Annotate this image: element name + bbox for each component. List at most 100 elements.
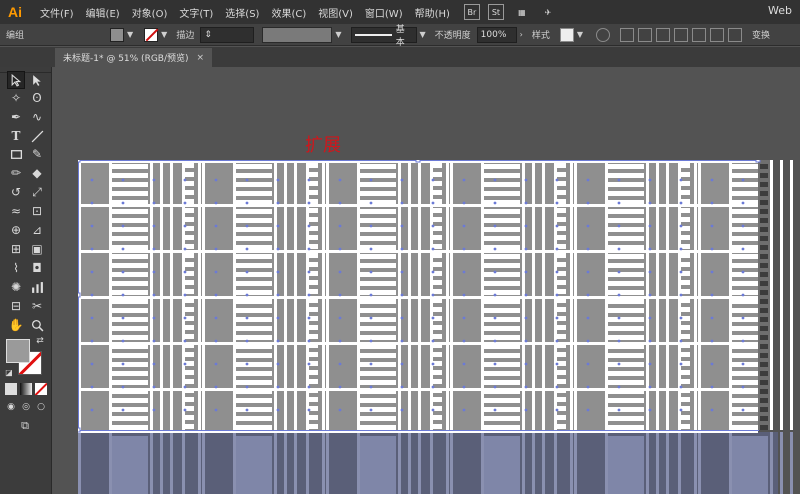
small-block <box>309 226 318 231</box>
workspace-switcher[interactable]: Web <box>768 4 792 17</box>
document-tab[interactable]: 未标题-1* @ 51% (RGB/预览) × <box>55 48 213 67</box>
none-mode-icon[interactable] <box>35 383 47 395</box>
ladder-rung <box>112 353 148 358</box>
graph-icon[interactable] <box>28 278 46 296</box>
edge-block <box>760 317 768 322</box>
edge-block <box>760 263 768 268</box>
eraser-icon[interactable]: ◆ <box>28 164 46 182</box>
recolor-artwork-icon[interactable] <box>596 27 611 42</box>
ladder-rung-lower <box>608 451 644 454</box>
edge-block <box>760 182 768 187</box>
direct-selection-icon[interactable] <box>28 71 46 89</box>
hand-icon[interactable]: ✋ <box>7 316 25 334</box>
menu-type[interactable]: 文字(T) <box>173 5 219 20</box>
slice-icon[interactable]: ✂ <box>28 297 46 315</box>
eyedropper-icon[interactable]: ⌇ <box>7 259 25 277</box>
rotate-icon[interactable]: ↺ <box>7 183 25 201</box>
anchor-point <box>679 362 683 366</box>
draw-normal-icon[interactable]: ◉ <box>5 401 17 413</box>
swap-fill-stroke-icon[interactable]: ⇄ <box>34 335 46 347</box>
align-right-icon[interactable] <box>674 27 689 42</box>
align-left-icon[interactable] <box>638 27 653 42</box>
ladder-rung <box>484 281 520 286</box>
paintbrush-icon[interactable]: ✎ <box>28 145 46 163</box>
pattern-rail-lower <box>326 432 329 494</box>
chevron-right-icon[interactable]: › <box>517 30 526 39</box>
bridge-button[interactable]: Br <box>463 4 480 20</box>
magic-wand-icon[interactable]: ✧ <box>7 89 25 107</box>
opacity-field[interactable]: 100% <box>476 26 517 43</box>
anchor-point <box>617 247 621 251</box>
anchor-point <box>555 293 559 297</box>
shape-builder-icon[interactable]: ⊕ <box>7 221 25 239</box>
pen-icon[interactable]: ✒ <box>7 108 25 126</box>
variable-width-profile[interactable] <box>262 26 333 43</box>
mesh-icon[interactable]: ⊞ <box>7 240 25 258</box>
fill-color-box[interactable] <box>6 339 30 363</box>
pattern-rail-lower <box>109 432 112 494</box>
brush-definition-select[interactable]: 基本 <box>350 25 417 48</box>
graphic-style-swatch[interactable] <box>559 27 574 42</box>
draw-behind-icon[interactable]: ◎ <box>20 401 32 413</box>
ladder-rung-lower <box>732 457 768 460</box>
align-middle-icon[interactable] <box>710 27 725 42</box>
curvature-icon[interactable]: ∿ <box>28 108 46 126</box>
free-transform-icon[interactable]: ⊡ <box>28 202 46 220</box>
chevron-down-icon[interactable]: ▼ <box>158 30 170 39</box>
stroke-swatch[interactable] <box>144 27 159 42</box>
stroke-weight-field[interactable]: ⇕ <box>200 26 255 43</box>
symbol-sprayer-icon[interactable]: ✺ <box>7 278 25 296</box>
menu-effect[interactable]: 效果(C) <box>265 5 312 20</box>
artboard-icon[interactable]: ⊟ <box>7 297 25 315</box>
gradient-mode-icon[interactable] <box>20 383 32 395</box>
chevron-down-icon[interactable]: ▼ <box>574 30 586 39</box>
arrange-documents-icon[interactable]: ▦ <box>514 4 530 20</box>
chevron-down-icon[interactable]: ▼ <box>417 30 429 39</box>
scale-icon[interactable]: ⤢ <box>28 183 46 201</box>
gradient-icon[interactable]: ▣ <box>28 240 46 258</box>
opacity-label[interactable]: 不透明度 <box>429 28 477 41</box>
rectangle-icon[interactable] <box>7 145 25 163</box>
selection-tool-icon[interactable] <box>7 71 25 89</box>
blend-icon[interactable]: ◘ <box>28 259 46 277</box>
lasso-icon[interactable]: ʘ <box>28 89 46 107</box>
menu-edit[interactable]: 编辑(E) <box>80 5 126 20</box>
menu-file[interactable]: 文件(F) <box>34 5 80 20</box>
align-bottom-icon[interactable] <box>728 27 743 42</box>
menu-select[interactable]: 选择(S) <box>219 5 265 20</box>
artboard-canvas[interactable]: 扩展 <box>53 67 800 494</box>
fill-swatch[interactable] <box>110 27 125 42</box>
anchor-point <box>245 201 249 205</box>
menu-object[interactable]: 对象(O) <box>126 5 174 20</box>
stock-button[interactable]: St <box>487 4 504 20</box>
anchor-point <box>524 270 528 274</box>
width-icon[interactable]: ≈ <box>7 202 25 220</box>
menu-help[interactable]: 帮助(H) <box>409 5 456 20</box>
color-mode-icon[interactable] <box>5 383 17 395</box>
perspective-icon[interactable]: ⊿ <box>28 221 46 239</box>
align-center-icon[interactable] <box>656 27 671 42</box>
anchor-point <box>648 247 652 251</box>
menu-view[interactable]: 视图(V) <box>312 5 359 20</box>
transform-button[interactable]: 变换 <box>746 28 776 41</box>
stroke-label[interactable]: 描边 <box>170 28 200 41</box>
align-to-icon[interactable] <box>620 27 635 42</box>
type-icon[interactable]: T <box>7 127 25 145</box>
chevron-down-icon[interactable]: ▼ <box>332 30 344 39</box>
gpu-performance-icon[interactable]: ✈ <box>540 4 556 20</box>
close-icon[interactable]: × <box>197 53 205 63</box>
line-icon[interactable] <box>28 127 46 145</box>
ladder-rung-lower <box>732 481 768 484</box>
align-top-icon[interactable] <box>692 27 707 42</box>
menu-window[interactable]: 窗口(W) <box>359 5 409 20</box>
chevron-down-icon[interactable]: ▼ <box>124 30 136 39</box>
draw-inside-icon[interactable]: ○ <box>35 401 47 413</box>
ladder-rung <box>608 254 644 259</box>
default-fill-stroke-icon[interactable]: ◪ <box>4 367 14 377</box>
expanded-pattern-artwork[interactable] <box>78 160 800 494</box>
pattern-rail-lower <box>646 432 649 494</box>
zoom-icon[interactable] <box>28 316 46 334</box>
screen-mode-icon[interactable]: ⧉ <box>16 419 34 433</box>
anchor-point <box>741 408 745 412</box>
pencil-icon[interactable]: ✏ <box>7 164 25 182</box>
